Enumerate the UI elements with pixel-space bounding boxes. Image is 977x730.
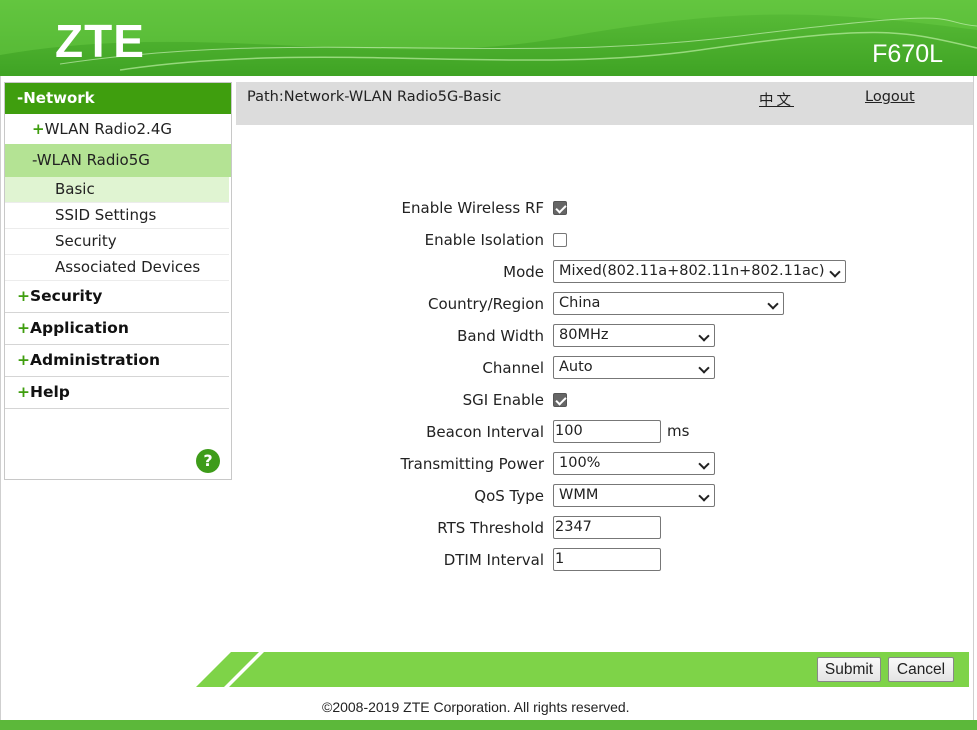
sidebar-item-label: Security	[30, 287, 103, 305]
sidebar-item-label: Administration	[30, 351, 161, 369]
band-width-select-value: 80MHz	[559, 327, 609, 343]
sidebar-menu: -Network +WLAN Radio2.4G -WLAN Radio5G B…	[4, 82, 232, 480]
frame-border-left	[0, 76, 1, 721]
frame-border-right	[973, 76, 974, 721]
chevron-down-icon	[829, 266, 841, 278]
copyright-text: ©2008-2019 ZTE Corporation. All rights r…	[322, 699, 630, 715]
transmitting-power-select-value: 100%	[559, 455, 601, 471]
sidebar-item-security-leaf[interactable]: Security	[5, 229, 229, 255]
enable-wireless-rf-checkbox[interactable]	[553, 201, 567, 215]
sidebar-item-security[interactable]: +Security	[5, 281, 229, 313]
chevron-down-icon	[698, 490, 710, 502]
country-region-select[interactable]: China	[553, 292, 784, 315]
sidebar-item-help[interactable]: +Help	[5, 377, 229, 409]
label-enable-wireless-rf: Enable Wireless RF	[401, 199, 544, 217]
label-enable-isolation: Enable Isolation	[424, 231, 544, 249]
header-banner: ZTE F670L	[0, 0, 977, 76]
label-qos-type: QoS Type	[474, 487, 544, 505]
sidebar-item-network[interactable]: -Network	[5, 83, 231, 114]
channel-select-value: Auto	[559, 359, 593, 375]
mode-select[interactable]: Mixed(802.11a+802.11n+802.11ac)	[553, 260, 846, 283]
sidebar-item-basic[interactable]: Basic	[5, 177, 229, 203]
header-wave-decoration	[0, 0, 977, 71]
country-select-value: China	[559, 295, 601, 311]
sidebar-item-wlan-radio24[interactable]: +WLAN Radio2.4G	[5, 114, 231, 144]
chevron-down-icon	[698, 458, 710, 470]
expand-plus-icon: +	[17, 351, 30, 369]
sidebar-item-label: Application	[30, 319, 129, 337]
language-switch-link[interactable]: 中文	[759, 89, 794, 110]
label-mode: Mode	[503, 263, 544, 281]
sidebar-item-associated-devices[interactable]: Associated Devices	[5, 255, 229, 281]
mode-select-value: Mixed(802.11a+802.11n+802.11ac)	[559, 263, 825, 279]
label-rts-threshold: RTS Threshold	[437, 519, 544, 537]
label-beacon-interval: Beacon Interval	[426, 423, 544, 441]
band-width-select[interactable]: 80MHz	[553, 324, 715, 347]
label-transmitting-power: Transmitting Power	[400, 455, 545, 473]
cancel-button[interactable]: Cancel	[888, 657, 954, 682]
label-sgi-enable: SGI Enable	[462, 391, 544, 409]
model-name: F670L	[872, 40, 943, 68]
qos-type-select[interactable]: WMM	[553, 484, 715, 507]
expand-plus-icon: +	[17, 287, 30, 305]
label-band-width: Band Width	[457, 327, 544, 345]
sidebar-item-ssid-settings[interactable]: SSID Settings	[5, 203, 229, 229]
label-channel: Channel	[482, 359, 544, 377]
beacon-interval-input[interactable]: 100	[553, 420, 661, 443]
transmitting-power-select[interactable]: 100%	[553, 452, 715, 475]
sidebar-item-application[interactable]: +Application	[5, 313, 229, 345]
expand-plus-icon: +	[17, 319, 30, 337]
chevron-down-icon	[698, 330, 710, 342]
sgi-enable-checkbox[interactable]	[553, 393, 567, 407]
channel-select[interactable]: Auto	[553, 356, 715, 379]
beacon-interval-unit: ms	[667, 422, 690, 440]
sidebar-item-administration[interactable]: +Administration	[5, 345, 229, 377]
sidebar-item-label: WLAN Radio2.4G	[44, 120, 172, 138]
breadcrumb: Path:Network-WLAN Radio5G-Basic	[247, 89, 502, 105]
expand-plus-icon: +	[32, 120, 45, 138]
zte-logo: ZTE	[55, 15, 145, 67]
sidebar-item-label: Help	[30, 383, 70, 401]
dtim-interval-input[interactable]: 1	[553, 548, 661, 571]
submit-button[interactable]: Submit	[817, 657, 881, 682]
rts-threshold-input[interactable]: 2347	[553, 516, 661, 539]
sidebar-item-wlan-radio5[interactable]: -WLAN Radio5G	[5, 144, 231, 177]
chevron-down-icon	[767, 298, 779, 310]
enable-isolation-checkbox[interactable]	[553, 233, 567, 247]
expand-plus-icon: +	[17, 383, 30, 401]
help-icon[interactable]: ?	[196, 449, 220, 473]
label-country-region: Country/Region	[428, 295, 544, 313]
logout-link[interactable]: Logout	[865, 89, 915, 105]
bottom-green-strip	[0, 720, 977, 730]
qos-type-select-value: WMM	[559, 487, 599, 503]
chevron-down-icon	[698, 362, 710, 374]
label-dtim-interval: DTIM Interval	[443, 551, 544, 569]
path-bar: Path:Network-WLAN Radio5G-Basic 中文 Logou…	[236, 82, 973, 125]
